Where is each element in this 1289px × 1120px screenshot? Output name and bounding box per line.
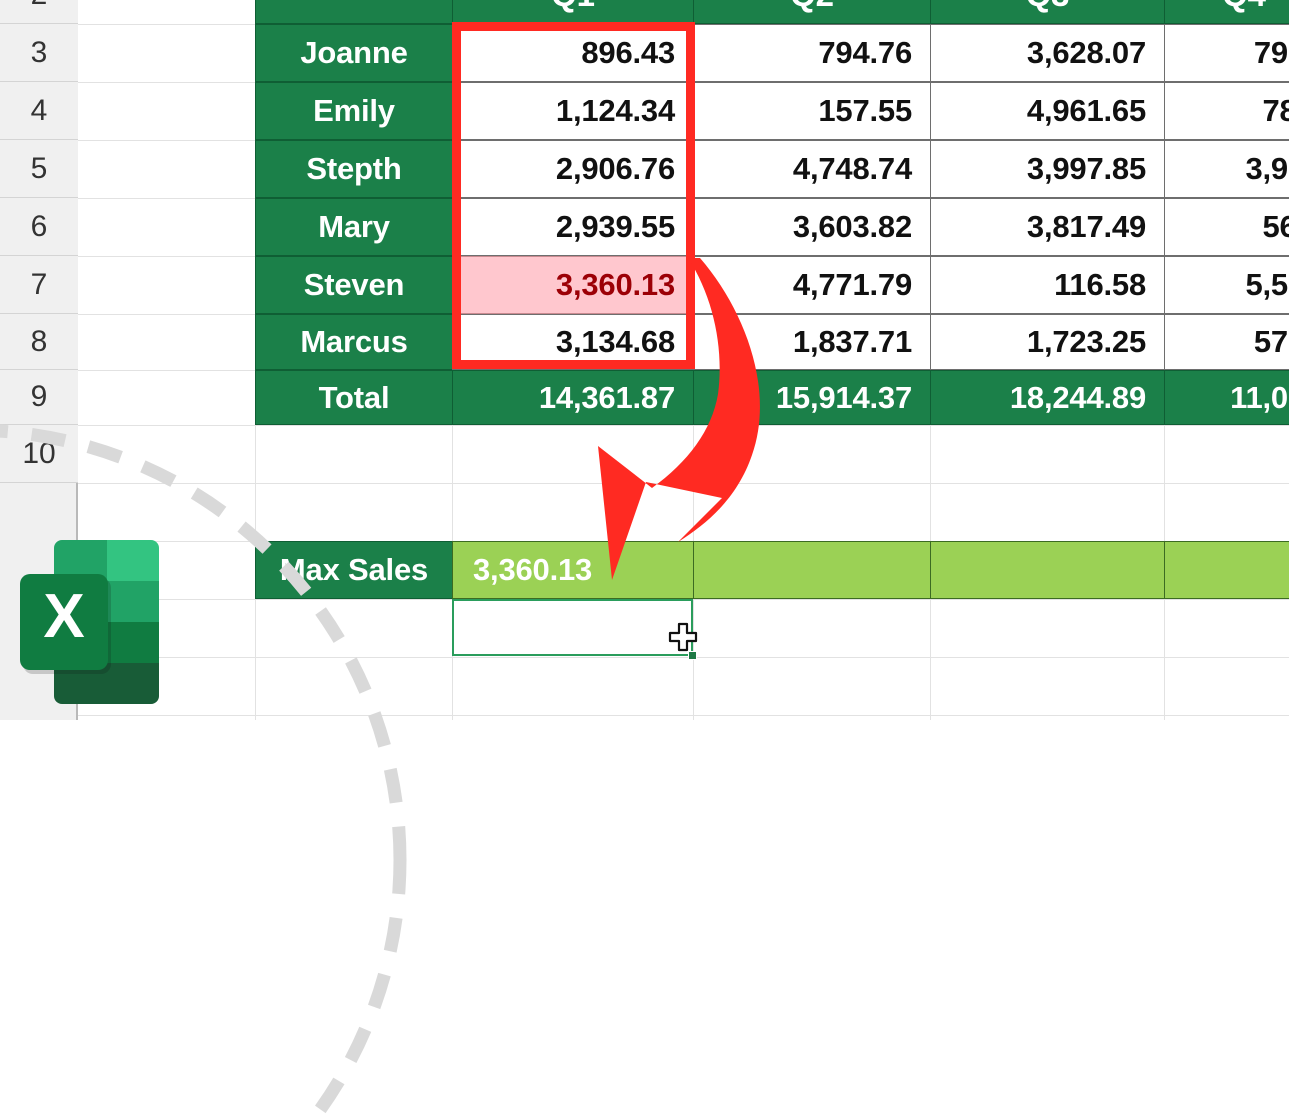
table-cell-q2[interactable]: 4,771.79 <box>693 256 931 314</box>
row-header-5[interactable]: 5 <box>0 140 78 198</box>
table-row-name: Stepth <box>255 140 453 198</box>
total-row-label: Total <box>255 370 453 425</box>
table-cell-q3[interactable]: 116.58 <box>930 256 1165 314</box>
table-header-q1: Q1 <box>452 0 694 24</box>
total-cell-q1[interactable]: 14,361.87 <box>452 370 694 425</box>
row-header-7[interactable]: 7 <box>0 256 78 314</box>
table-cell-q3[interactable]: 4,961.65 <box>930 82 1165 140</box>
row-header-9[interactable]: 9 <box>0 370 78 425</box>
row-header-8[interactable]: 8 <box>0 314 78 370</box>
gridline-horizontal <box>78 715 1289 716</box>
excel-logo-letter: X <box>43 582 84 651</box>
gridline-horizontal <box>78 657 1289 658</box>
dashed-arc-decoration <box>0 424 407 1120</box>
max-sales-value[interactable]: 3,360.13 <box>452 541 694 599</box>
table-cell-q4[interactable]: 3,99 <box>1164 140 1289 198</box>
table-cell-q1-highlighted[interactable]: 3,360.13 <box>452 256 694 314</box>
table-cell-q3[interactable]: 3,997.85 <box>930 140 1165 198</box>
table-header-q4: Q4 <box>1164 0 1289 24</box>
total-cell-q2[interactable]: 15,914.37 <box>693 370 931 425</box>
table-header-q3: Q3 <box>930 0 1165 24</box>
row-header-4[interactable]: 4 <box>0 82 78 140</box>
table-cell-q1[interactable]: 2,939.55 <box>452 198 694 256</box>
table-header-blank <box>255 0 453 24</box>
table-row-name: Mary <box>255 198 453 256</box>
table-row-name: Steven <box>255 256 453 314</box>
max-sales-empty-cell[interactable] <box>930 541 1165 599</box>
table-cell-q4[interactable]: 578 <box>1164 314 1289 370</box>
table-cell-q3[interactable]: 1,723.25 <box>930 314 1165 370</box>
gridline-horizontal <box>78 425 1289 426</box>
table-cell-q2[interactable]: 3,603.82 <box>693 198 931 256</box>
row-header-2[interactable]: 2 <box>0 0 78 24</box>
table-cell-q3[interactable]: 3,628.07 <box>930 24 1165 82</box>
table-header-q2: Q2 <box>693 0 931 24</box>
row-header-3[interactable]: 3 <box>0 24 78 82</box>
gridline-horizontal <box>78 483 1289 484</box>
table-cell-q2[interactable]: 794.76 <box>693 24 931 82</box>
table-cell-q1[interactable]: 1,124.34 <box>452 82 694 140</box>
table-cell-q4[interactable]: 78. <box>1164 82 1289 140</box>
table-cell-q2[interactable]: 157.55 <box>693 82 931 140</box>
spreadsheet-canvas[interactable]: 2 3 4 5 6 7 8 9 10 Q1 Q2 Q3 Q4 Joanne 89… <box>0 0 1289 1120</box>
max-sales-empty-cell[interactable] <box>693 541 931 599</box>
table-cell-q4[interactable]: 797 <box>1164 24 1289 82</box>
total-cell-q4[interactable]: 11,07 <box>1164 370 1289 425</box>
table-row-name: Emily <box>255 82 453 140</box>
table-cell-q1[interactable]: 2,906.76 <box>452 140 694 198</box>
row-header-10[interactable]: 10 <box>0 425 78 483</box>
excel-logo-icon: X <box>20 540 159 704</box>
table-cell-q2[interactable]: 4,748.74 <box>693 140 931 198</box>
table-cell-q1[interactable]: 896.43 <box>452 24 694 82</box>
table-cell-q1[interactable]: 3,134.68 <box>452 314 694 370</box>
total-cell-q3[interactable]: 18,244.89 <box>930 370 1165 425</box>
max-sales-empty-cell[interactable] <box>1164 541 1289 599</box>
cell-selection-box[interactable] <box>452 599 693 656</box>
table-cell-q2[interactable]: 1,837.71 <box>693 314 931 370</box>
selection-fill-handle[interactable] <box>688 651 697 660</box>
table-cell-q4[interactable]: 5,56 <box>1164 256 1289 314</box>
table-row-name: Joanne <box>255 24 453 82</box>
max-sales-label: Max Sales <box>255 541 453 599</box>
row-header-6[interactable]: 6 <box>0 198 78 256</box>
table-cell-q3[interactable]: 3,817.49 <box>930 198 1165 256</box>
mouse-cursor-plus-icon <box>668 622 698 652</box>
table-row-name: Marcus <box>255 314 453 370</box>
table-cell-q4[interactable]: 56. <box>1164 198 1289 256</box>
